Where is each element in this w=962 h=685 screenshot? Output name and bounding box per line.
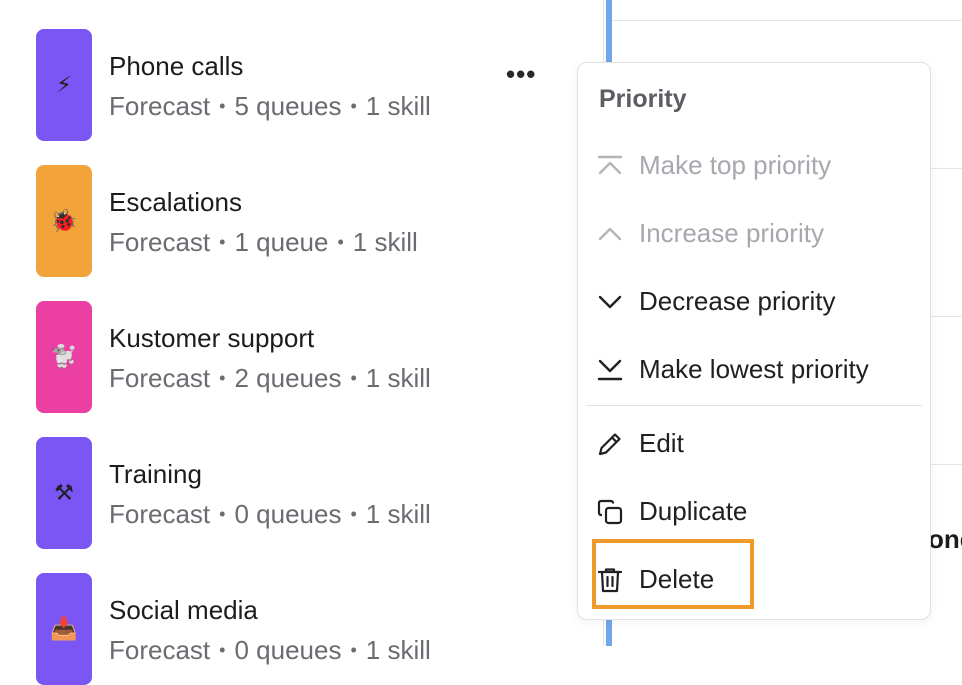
queue-meta: Forecast • 2 queues • 1 skill xyxy=(109,363,431,393)
queue-title: Phone calls xyxy=(109,51,244,81)
background-label: one xyxy=(928,524,962,554)
menu-item-label: Decrease priority xyxy=(639,286,836,316)
queue-meta: Forecast • 0 queues • 1 skill xyxy=(109,635,431,665)
row-divider xyxy=(612,20,962,21)
queue-item-kustomer-support[interactable]: 🐩 Kustomer support Forecast • 2 queues • 1 s… xyxy=(36,301,596,413)
more-options-button[interactable]: ••• xyxy=(506,61,535,93)
menu-separator xyxy=(586,405,922,406)
chevron-down-icon xyxy=(598,295,622,309)
delete-highlight-box xyxy=(592,539,754,609)
queue-title: Escalations xyxy=(109,187,242,217)
duplicate-icon xyxy=(597,499,623,525)
menu-item-duplicate[interactable]: Duplicate xyxy=(578,484,930,540)
menu-item-label: Increase priority xyxy=(639,218,824,248)
queue-item-training[interactable]: ⚒ Training Forecast • 0 queues • 1 skill xyxy=(36,437,596,549)
poodle-icon: 🐩 xyxy=(36,301,92,413)
queue-item-phone-calls[interactable]: ⚡ Phone calls Forecast • 5 queues • 1 skill … xyxy=(36,29,596,141)
menu-item-decrease-priority[interactable]: Decrease priority xyxy=(578,274,930,330)
queue-meta: Forecast • 5 queues • 1 skill xyxy=(109,91,431,121)
queue-title: Social media xyxy=(109,595,258,625)
priority-menu: Priority Make top priority Increase prio… xyxy=(577,62,931,620)
menu-item-increase-priority[interactable]: Increase priority xyxy=(578,206,930,262)
pencil-icon xyxy=(598,433,621,456)
lowest-priority-icon xyxy=(597,359,623,381)
queue-title: Training xyxy=(109,459,202,489)
queue-item-social-media[interactable]: 📥 Social media Forecast • 0 queues • 1 skill xyxy=(36,573,596,685)
lightning-icon: ⚡ xyxy=(36,29,92,141)
chevron-up-icon xyxy=(598,227,622,241)
menu-item-label: Make top priority xyxy=(639,150,832,180)
ladybug-icon: 🐞 xyxy=(36,165,92,277)
menu-item-label: Duplicate xyxy=(639,496,748,526)
queue-meta: Forecast • 0 queues • 1 skill xyxy=(109,499,431,529)
queue-meta: Forecast • 1 queue • 1 skill xyxy=(109,227,418,257)
menu-header: Priority xyxy=(599,85,687,113)
queue-item-escalations[interactable]: 🐞 Escalations Forecast • 1 queue • 1 skill xyxy=(36,165,596,277)
menu-item-make-lowest-priority[interactable]: Make lowest priority xyxy=(578,342,930,398)
menu-item-make-top-priority[interactable]: Make top priority xyxy=(578,138,930,194)
menu-item-edit[interactable]: Edit xyxy=(578,416,930,472)
top-priority-icon xyxy=(597,155,623,175)
menu-item-label: Make lowest priority xyxy=(639,354,869,384)
inbox-tray-icon: 📥 xyxy=(36,573,92,685)
hammer-pick-icon: ⚒ xyxy=(36,437,92,549)
queue-list: ⚡ Phone calls Forecast • 5 queues • 1 skill … xyxy=(0,0,600,685)
queue-title: Kustomer support xyxy=(109,323,315,353)
menu-item-label: Edit xyxy=(639,428,684,458)
